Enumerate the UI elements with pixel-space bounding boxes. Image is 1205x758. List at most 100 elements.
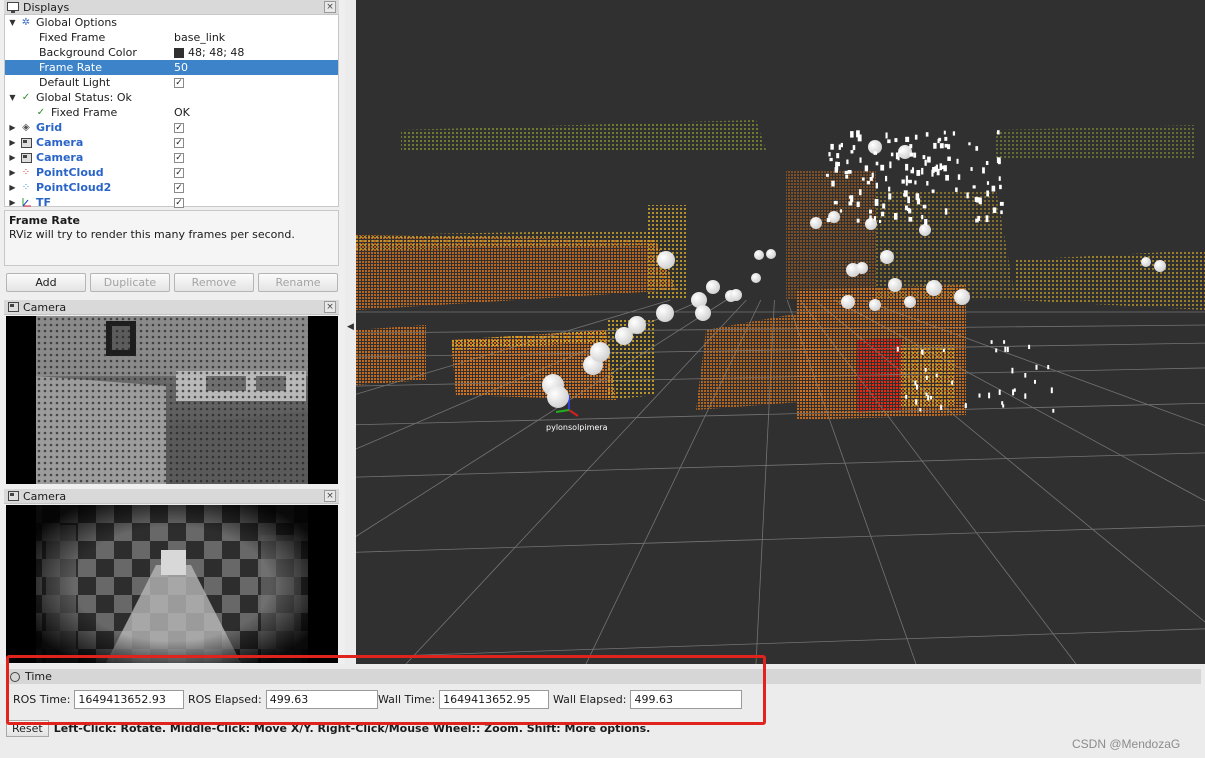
left-panel: Displays × ▼ ✲ Global Options Fixed Fram… — [0, 0, 345, 664]
point-speck — [882, 203, 886, 209]
remove-button[interactable]: Remove — [174, 273, 254, 292]
point-speck — [997, 130, 1000, 135]
tree-row-grid[interactable]: ▶ ◈ Grid ✓ — [5, 120, 338, 135]
clock-icon — [10, 671, 20, 682]
close-icon[interactable]: × — [324, 301, 336, 313]
point-speck — [924, 219, 928, 226]
landmark-sphere — [926, 280, 942, 296]
3d-render-view[interactable]: pylonsolpimera — [356, 0, 1205, 664]
point-speck — [996, 157, 1001, 163]
collapse-arrow-icon[interactable]: ▶ — [8, 138, 17, 147]
point-speck — [925, 375, 928, 380]
collapse-arrow-icon[interactable]: ▶ — [8, 123, 17, 132]
collapse-left-icon[interactable]: ◀ — [347, 322, 354, 332]
point-speck — [927, 395, 930, 401]
panel-splitter[interactable]: ◀ — [345, 0, 356, 664]
point-speck — [978, 393, 981, 398]
point-speck — [829, 157, 833, 162]
expand-arrow-icon[interactable]: ▼ — [8, 93, 17, 102]
landmark-sphere — [628, 316, 646, 334]
close-icon[interactable]: × — [324, 490, 336, 502]
point-speck — [976, 197, 980, 203]
tree-row-camera-2[interactable]: ▶ Camera ✓ — [5, 150, 338, 165]
close-icon[interactable]: × — [324, 1, 336, 13]
fixed-frame-value[interactable]: base_link — [174, 31, 225, 44]
duplicate-button[interactable]: Duplicate — [90, 273, 170, 292]
ros-time-input[interactable]: 1649413652.93 — [74, 689, 185, 709]
tree-row-global-status[interactable]: ▼ ✓ Global Status: Ok — [5, 90, 338, 105]
point-speck — [925, 392, 928, 396]
ros-elapsed-label: ROS Elapsed: — [188, 692, 262, 706]
frame-rate-value[interactable]: 50 — [174, 61, 188, 74]
default-light-checkbox[interactable]: ✓ — [174, 77, 184, 88]
tree-row-pointcloud2[interactable]: ▶ ⁘ PointCloud2 ✓ — [5, 180, 338, 195]
tree-row-status-fixed-frame[interactable]: ✓ Fixed Frame OK — [5, 105, 338, 120]
point-speck — [921, 167, 924, 175]
point-speck — [939, 143, 944, 149]
point-speck — [864, 165, 869, 172]
point-speck — [859, 157, 862, 163]
tree-row-frame-rate[interactable]: Frame Rate 50 — [5, 60, 338, 75]
check-icon: ✓ — [36, 107, 46, 118]
point-speck — [986, 181, 990, 185]
ros-elapsed-input[interactable]: 499.63 — [265, 689, 378, 709]
camera-2-checkbox[interactable]: ✓ — [174, 152, 184, 163]
reset-button[interactable]: Reset — [6, 719, 49, 737]
point-speck — [926, 181, 929, 186]
collapse-arrow-icon[interactable]: ▶ — [8, 153, 17, 162]
pointcloud2-checkbox[interactable]: ✓ — [174, 182, 184, 193]
point-speck — [999, 201, 1004, 206]
collapse-arrow-icon[interactable]: ▶ — [8, 198, 17, 207]
tree-row-default-light[interactable]: Default Light ✓ — [5, 75, 338, 90]
landmark-sphere — [880, 250, 894, 264]
displays-title: Displays — [23, 0, 70, 14]
landmark-sphere — [954, 289, 970, 305]
point-speck — [922, 204, 927, 209]
point-speck — [922, 155, 926, 160]
row-label: Grid — [36, 121, 63, 134]
point-speck — [844, 170, 849, 175]
add-button[interactable]: Add — [6, 273, 86, 292]
landmark-sphere — [869, 299, 881, 311]
tree-row-global-options[interactable]: ▼ ✲ Global Options — [5, 15, 338, 30]
wall-elapsed-input[interactable]: 499.63 — [630, 689, 743, 709]
monitor-icon — [7, 1, 19, 13]
collapse-arrow-icon[interactable]: ▶ — [8, 168, 17, 177]
displays-tree[interactable]: ▼ ✲ Global Options Fixed Frame base_link… — [4, 14, 339, 210]
point-speck — [1004, 346, 1007, 352]
rename-button[interactable]: Rename — [258, 273, 338, 292]
tf-checkbox[interactable]: ✓ — [174, 197, 184, 208]
pointcloud-checkbox[interactable]: ✓ — [174, 167, 184, 178]
point-speck — [910, 169, 914, 174]
expand-arrow-icon[interactable]: ▼ — [8, 18, 17, 27]
collapse-arrow-icon[interactable]: ▶ — [8, 183, 17, 192]
tree-row-pointcloud[interactable]: ▶ ⁘ PointCloud ✓ — [5, 165, 338, 180]
grid-checkbox[interactable]: ✓ — [174, 122, 184, 133]
point-speck — [856, 218, 860, 223]
point-speck — [1006, 346, 1009, 353]
point-speck — [875, 161, 879, 166]
tree-row-tf[interactable]: ▶ TF ✓ — [5, 195, 338, 210]
camera-1-image[interactable] — [6, 316, 338, 484]
point-speck — [935, 373, 938, 377]
point-speck — [930, 396, 932, 400]
description-body: RViz will try to render this many frames… — [9, 228, 295, 241]
point-speck — [921, 349, 923, 354]
camera-1-title-bar: Camera × — [4, 300, 339, 315]
background-color-value[interactable]: 48; 48; 48 — [188, 46, 244, 59]
point-speck — [896, 346, 899, 352]
point-speck — [833, 200, 838, 205]
row-label: Background Color — [39, 46, 137, 59]
tree-row-camera-1[interactable]: ▶ Camera ✓ — [5, 135, 338, 150]
camera-2-image[interactable] — [6, 505, 338, 663]
camera-1-checkbox[interactable]: ✓ — [174, 137, 184, 148]
wall-time-input[interactable]: 1649413652.95 — [439, 689, 550, 709]
watermark-text: CSDN @MendozaG — [1072, 737, 1181, 751]
tree-row-background-color[interactable]: Background Color 48; 48; 48 — [5, 45, 338, 60]
point-speck — [935, 164, 938, 169]
point-speck — [907, 196, 910, 204]
point-speck — [940, 165, 944, 170]
color-swatch[interactable] — [174, 47, 184, 58]
tree-row-fixed-frame[interactable]: Fixed Frame base_link — [5, 30, 338, 45]
row-label: Global Status: Ok — [36, 91, 132, 104]
